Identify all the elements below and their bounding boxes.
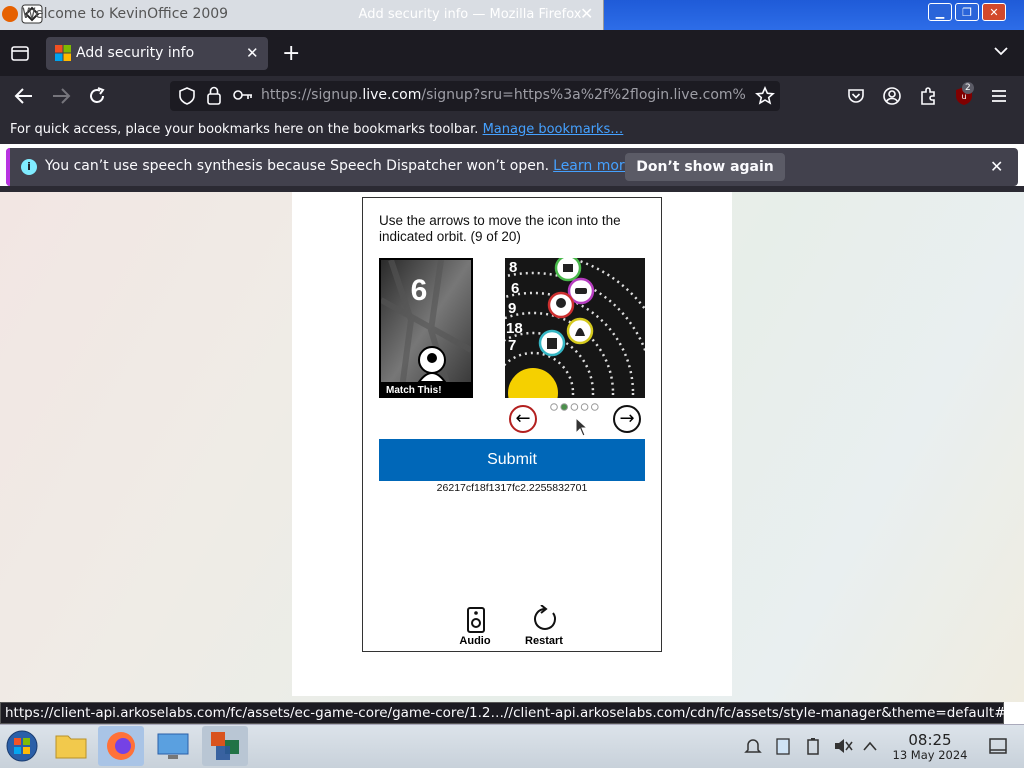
key-icon[interactable] (233, 88, 253, 102)
taskbar-office[interactable] (202, 726, 248, 766)
orbit-number: 7 (508, 337, 516, 354)
dot-active (560, 403, 568, 411)
firefox-icon (107, 732, 135, 760)
volume-muted-icon[interactable] (833, 737, 853, 755)
pocket-icon[interactable] (846, 86, 866, 106)
info-icon: i (21, 159, 37, 175)
orbit-number: 8 (509, 259, 517, 276)
extensions-icon[interactable] (918, 86, 938, 106)
orbit-number: 18 (506, 320, 523, 337)
window-controls: ▁ ❐ ✕ (928, 3, 1018, 23)
orbit-puzzle-image: 8 6 9 18 7 (505, 258, 645, 398)
learn-more-link[interactable]: Learn more (553, 158, 633, 174)
clock-date[interactable]: 13 May 2024 (885, 748, 975, 762)
close-button[interactable]: ✕ (982, 3, 1006, 21)
dot (591, 403, 599, 411)
window-title-close-icon[interactable]: ✕ (580, 4, 593, 23)
monitor-icon (157, 733, 189, 759)
dot (550, 403, 558, 411)
dot (570, 403, 579, 411)
firefox-view-icon[interactable] (10, 43, 30, 63)
bookmark-star-icon[interactable] (755, 86, 775, 106)
notification-close-icon[interactable]: ✕ (990, 157, 1003, 176)
session-id: 26217cf18f1317fc2.2255832701 (436, 482, 588, 494)
bookmarks-message: For quick access, place your bookmarks h… (10, 122, 624, 137)
show-desktop-icon[interactable] (988, 737, 1008, 755)
clock-time[interactable]: 08:25 (898, 731, 962, 749)
orbit-number: 6 (511, 280, 519, 297)
restart-label[interactable]: Restart (519, 635, 569, 647)
orbit-number: 9 (508, 300, 516, 317)
notification-accent (6, 148, 10, 186)
lock-icon[interactable] (206, 85, 222, 105)
notifications-tray-icon[interactable] (744, 737, 762, 755)
new-tab-button[interactable]: + (282, 41, 300, 66)
battery-tray-icon[interactable] (805, 737, 821, 755)
back-icon[interactable] (14, 87, 34, 105)
restart-icon[interactable] (531, 605, 559, 633)
shield-icon[interactable] (178, 86, 196, 106)
window-title: Add security info — Mozilla Firefox (358, 7, 582, 22)
audio-label[interactable]: Audio (450, 635, 500, 647)
microsoft-logo-icon (55, 45, 71, 61)
extension-badge: 2 (962, 82, 974, 94)
orbit-puzzle-art: 8 6 9 18 7 (505, 258, 645, 398)
audio-icon[interactable] (466, 607, 486, 633)
captcha-instructions: Use the arrows to move the icon into the… (379, 213, 621, 244)
taskbar-file-manager[interactable] (48, 726, 94, 766)
match-label: Match This! (386, 385, 442, 396)
tray-expand-icon[interactable] (862, 740, 878, 752)
notification-message: You can’t use speech synthesis because S… (45, 158, 633, 174)
taskbar-control-panel[interactable] (150, 726, 196, 766)
forward-icon[interactable] (51, 87, 71, 105)
taskbar-firefox[interactable] (98, 726, 144, 766)
right-arrow-button[interactable]: → (613, 405, 641, 433)
folder-icon (55, 735, 87, 759)
orbit-position-dots (550, 403, 599, 411)
mouse-cursor-icon (575, 417, 589, 437)
reload-icon[interactable] (87, 86, 107, 106)
clipboard-tray-icon[interactable] (774, 736, 792, 756)
start-menu-icon[interactable] (5, 729, 39, 763)
match-target-image: 6 Match This! (379, 258, 473, 398)
office-icon (211, 732, 239, 760)
hamburger-menu-icon[interactable] (990, 88, 1008, 104)
tab-close-icon[interactable]: ✕ (246, 44, 259, 62)
background-window-title: Welcome to KevinOffice 2009 (22, 6, 229, 22)
maximize-button[interactable]: ❐ (955, 3, 979, 21)
minimize-button[interactable]: ▁ (928, 3, 952, 21)
url-text[interactable]: https://signup.live.com/signup?sru=https… (261, 87, 751, 103)
tab-title: Add security info (76, 45, 195, 61)
left-arrow-button[interactable]: ← (509, 405, 537, 433)
manage-bookmarks-link[interactable]: Manage bookmarks… (483, 122, 624, 137)
dot (580, 403, 589, 411)
submit-button[interactable]: Submit (379, 439, 645, 481)
list-all-tabs-icon[interactable] (994, 44, 1008, 60)
dont-show-again-button[interactable]: Don’t show again (625, 153, 785, 181)
match-target-art: 6 Match This! (381, 260, 471, 396)
match-number: 6 (411, 274, 428, 307)
account-icon[interactable] (882, 86, 902, 106)
status-url: https://client-api.arkoselabs.com/fc/ass… (5, 705, 1006, 721)
